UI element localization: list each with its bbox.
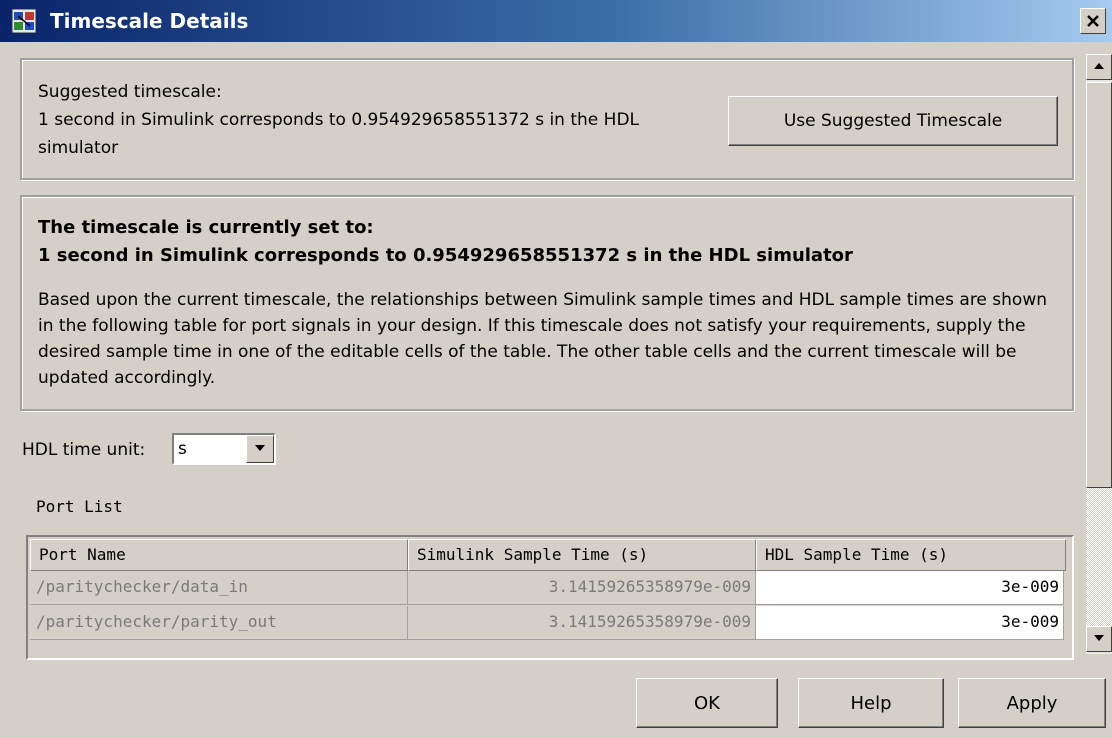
column-header-simulink-sample-time[interactable]: Simulink Sample Time (s) [408,539,756,571]
suggested-timescale-panel: Suggested timescale: 1 second in Simulin… [20,58,1074,180]
current-description: Based upon the current timescale, the re… [38,290,1048,388]
timescale-details-dialog: Timescale Details Suggested timescale: 1… [0,0,1112,738]
port-name-cell: /paritychecker/data_in [30,571,408,605]
hdl-time-unit-select[interactable]: s [172,433,276,465]
dropdown-button[interactable] [246,435,274,463]
current-heading-2: 1 second in Simulink corresponds to 0.95… [38,245,853,266]
close-button[interactable] [1080,8,1106,34]
simulink-app-icon [12,9,36,33]
apply-button[interactable]: Apply [958,678,1106,728]
use-suggested-timescale-button[interactable]: Use Suggested Timescale [728,96,1058,146]
ok-button[interactable]: OK [636,678,778,728]
arrow-up-icon [1094,63,1104,69]
scroll-up-button[interactable] [1086,54,1112,80]
vertical-scrollbar[interactable] [1086,54,1112,654]
hdl-sample-time-cell[interactable]: 3e-009 [756,571,1064,605]
chevron-down-icon [255,445,265,451]
scrollbar-track[interactable] [1086,488,1112,626]
current-timescale-panel: The timescale is currently set to: 1 sec… [20,195,1074,411]
current-heading-1: The timescale is currently set to: [38,217,374,238]
hdl-sample-time-cell[interactable]: 3e-009 [756,606,1064,640]
title-bar: Timescale Details [0,0,1112,42]
simulink-sample-time-cell: 3.14159265358979e-009 [408,571,756,605]
arrow-down-icon [1094,635,1104,641]
suggested-line-2: simulator [38,138,119,158]
help-button[interactable]: Help [798,678,944,728]
window-title: Timescale Details [50,9,249,33]
port-list-label: Port List [36,497,123,516]
port-list-table: Port Name Simulink Sample Time (s) HDL S… [26,535,1074,660]
hdl-time-unit-label: HDL time unit: [22,440,146,460]
hdl-time-unit-value: s [178,439,187,459]
suggested-label: Suggested timescale: [38,82,222,102]
close-icon [1087,15,1099,27]
simulink-sample-time-cell: 3.14159265358979e-009 [408,606,756,640]
suggested-line-1: 1 second in Simulink corresponds to 0.95… [38,110,640,130]
column-header-port-name[interactable]: Port Name [30,539,408,571]
port-name-cell: /paritychecker/parity_out [30,606,408,640]
scroll-down-button[interactable] [1086,626,1112,652]
scrollbar-thumb[interactable] [1086,82,1112,488]
column-header-hdl-sample-time[interactable]: HDL Sample Time (s) [756,539,1066,571]
